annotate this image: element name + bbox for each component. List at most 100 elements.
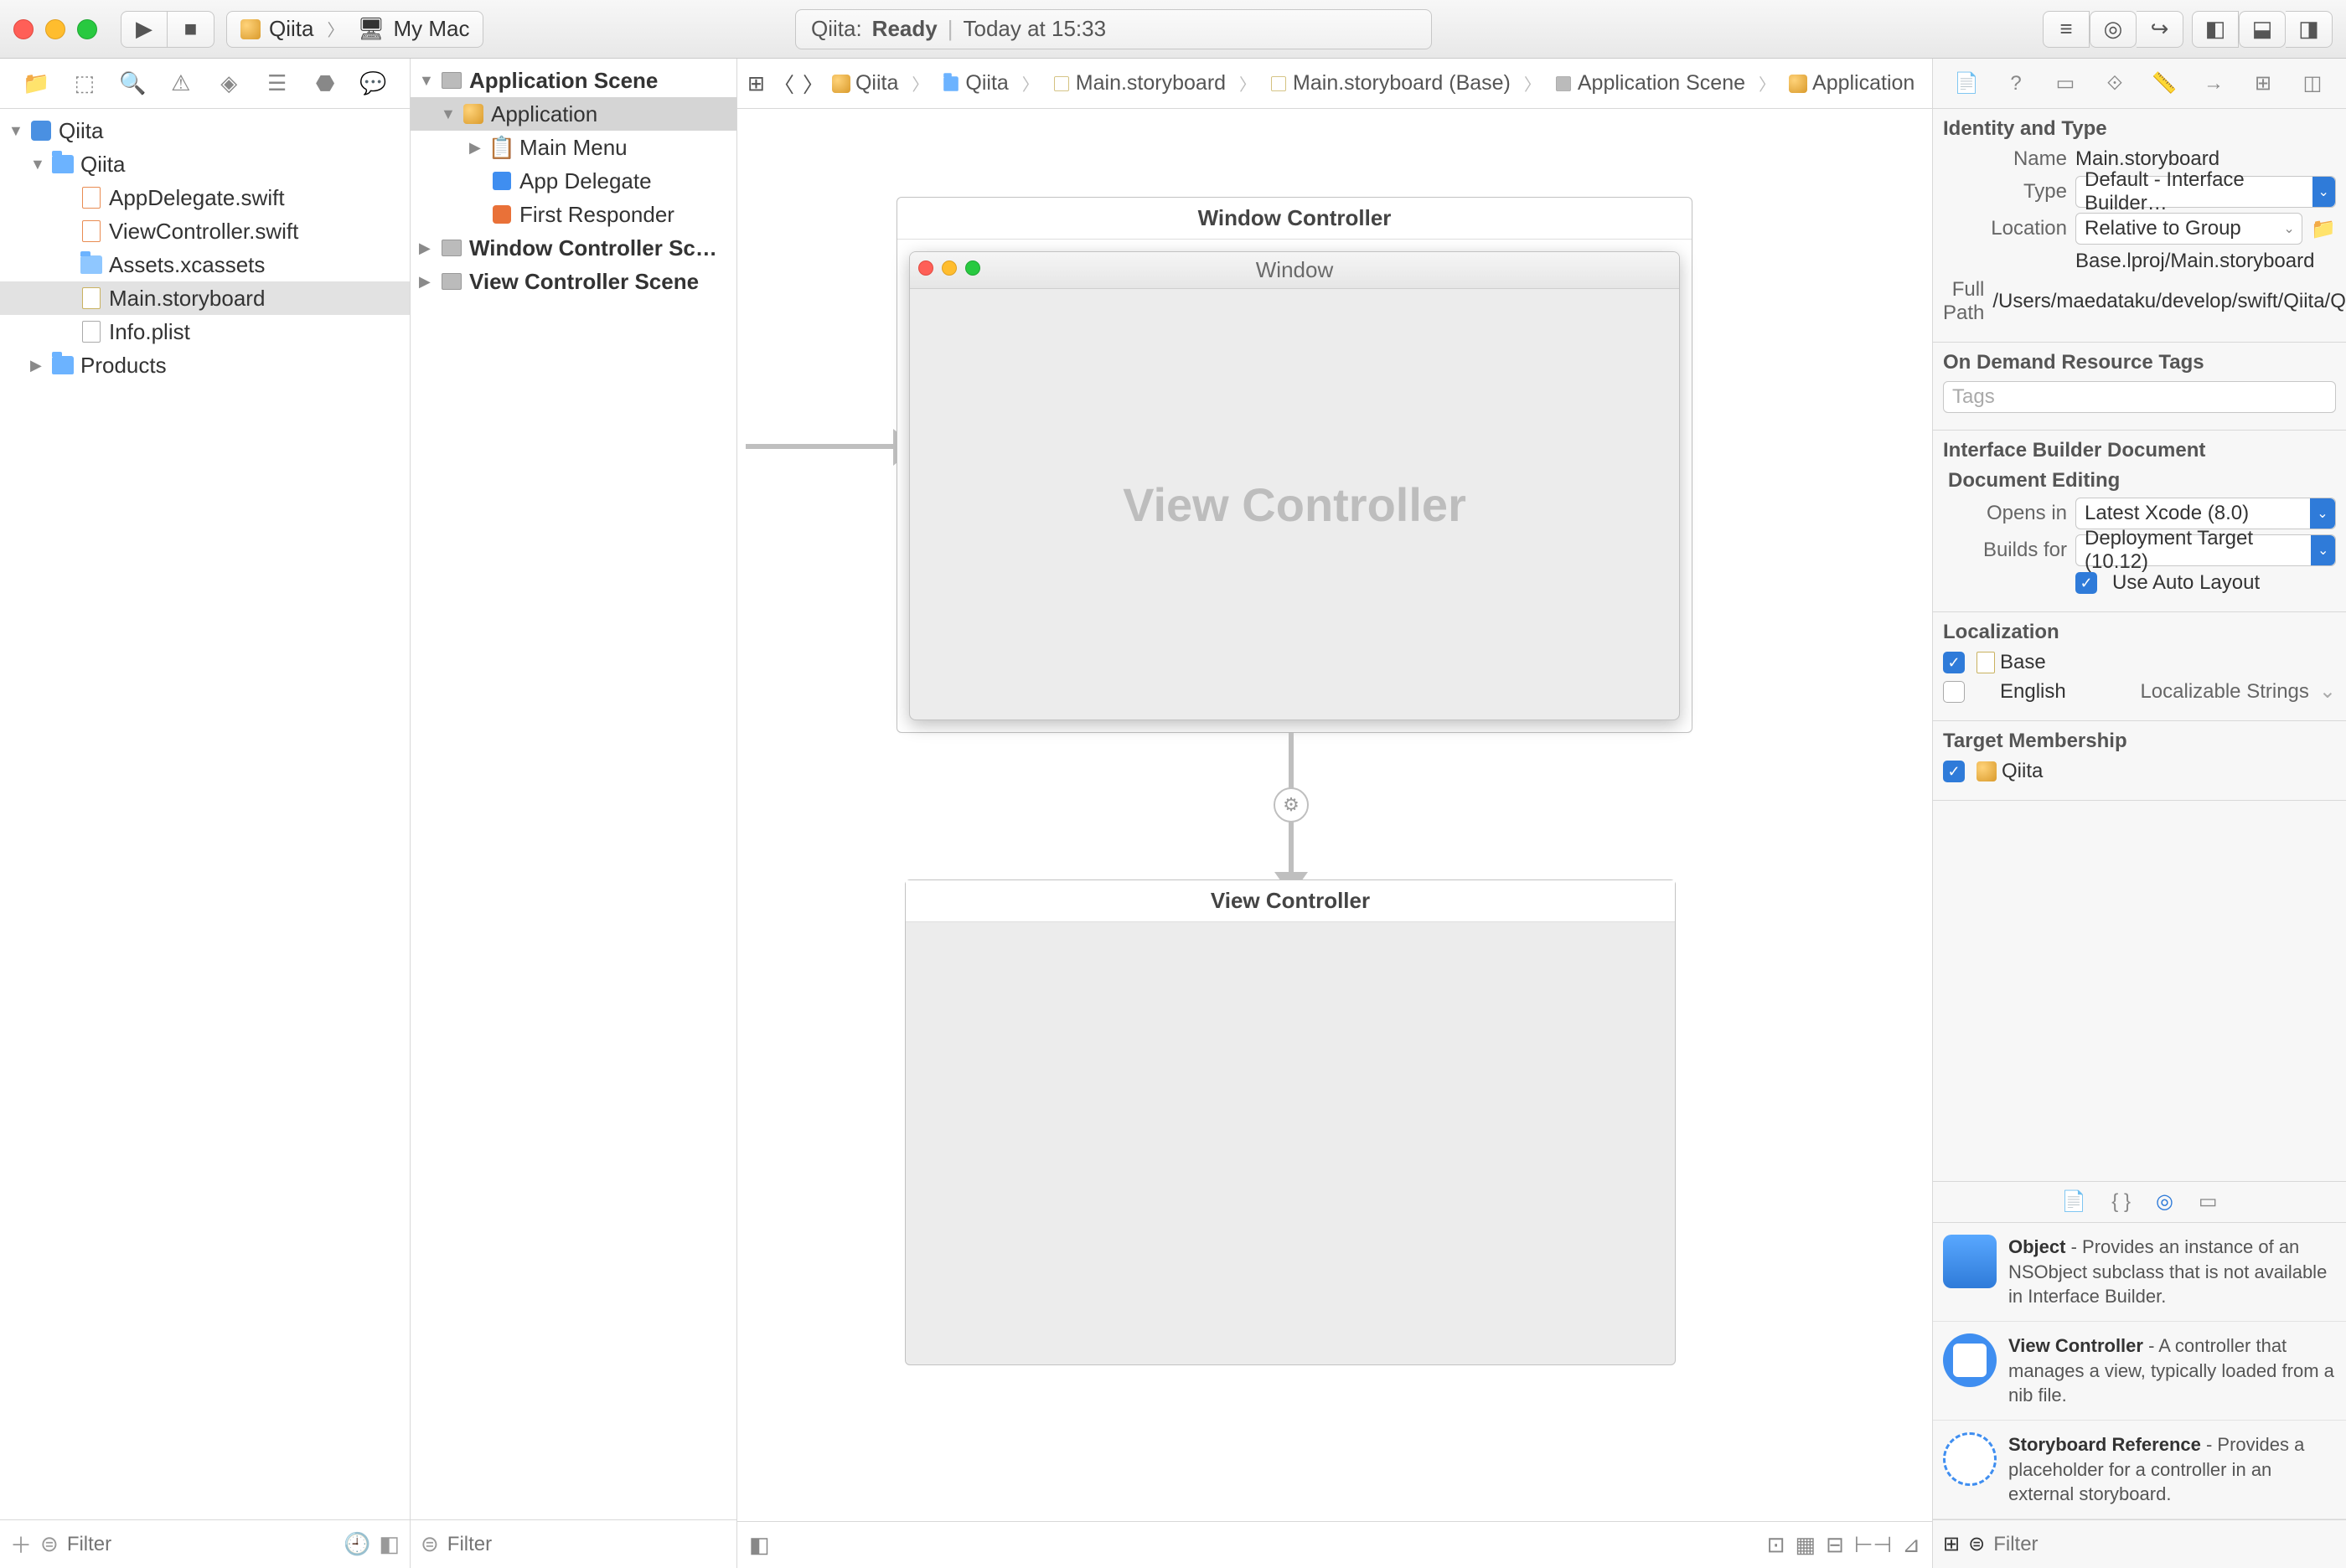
project-root[interactable]: ▼Qiita <box>0 114 410 147</box>
view-controller-icon <box>1943 1333 1997 1387</box>
attributes-inspector-tab[interactable]: ⟐ <box>2099 68 2131 100</box>
version-editor-button[interactable]: ↪ <box>2137 11 2183 48</box>
type-dropdown[interactable]: Default - Interface Builder…⌄ <box>2075 176 2336 208</box>
toggle-debug-button[interactable]: ⬓ <box>2239 11 2286 48</box>
project-navigator-tab[interactable]: 📁 <box>19 67 53 101</box>
jump-seg-0[interactable]: Qiita <box>832 71 898 95</box>
file-template-library-tab[interactable]: 📄 <box>2061 1189 2086 1214</box>
pin-button[interactable]: ⊢⊣ <box>1854 1532 1892 1558</box>
toggle-inspector-button[interactable]: ◨ <box>2286 11 2333 48</box>
media-library-tab[interactable]: ▭ <box>2199 1189 2218 1214</box>
jump-seg-3[interactable]: Main.storyboard (Base) <box>1269 71 1511 95</box>
app-icon <box>1977 761 1997 781</box>
find-navigator-tab[interactable]: 🔍 <box>116 67 149 101</box>
library-filter-input[interactable] <box>1993 1533 2336 1556</box>
zoom-window-button[interactable] <box>77 19 97 39</box>
library-view-mode-icon[interactable]: ⊞ <box>1943 1532 1960 1556</box>
window-titlebar: Window <box>910 252 1679 289</box>
size-inspector-tab[interactable]: 📏 <box>2148 68 2180 100</box>
identity-inspector-tab[interactable]: ▭ <box>2049 68 2081 100</box>
initial-scene-arrow[interactable] <box>746 444 897 449</box>
loc-base-checkbox[interactable]: ✓ <box>1943 652 1965 673</box>
connections-inspector-tab[interactable]: → <box>2198 68 2230 100</box>
related-items-button[interactable]: ⊞ <box>747 71 765 96</box>
file-viewcontroller[interactable]: ViewController.swift <box>0 214 410 248</box>
resolve-button[interactable]: ⊿ <box>1902 1532 1920 1558</box>
jump-seg-4[interactable]: Application Scene <box>1554 71 1745 95</box>
loc-english-kind[interactable]: Localizable Strings <box>2140 680 2308 704</box>
symbol-navigator-tab[interactable]: ⬚ <box>68 67 101 101</box>
view-controller-scene-box[interactable]: View Controller <box>905 879 1676 1365</box>
outline-application[interactable]: ▼Application <box>411 97 736 131</box>
library-item-object[interactable]: Object - Provides an instance of an NSOb… <box>1933 1223 2346 1322</box>
toggle-outline-button[interactable]: ◧ <box>749 1532 770 1558</box>
location-dropdown[interactable]: Relative to Group⌄ <box>2075 213 2302 245</box>
library-item-storyboard-ref[interactable]: Storyboard Reference - Provides a placeh… <box>1933 1421 2346 1519</box>
scheme-selector[interactable]: Qiita 〉 🖥 My Mac <box>226 11 483 48</box>
outline-main-menu[interactable]: ▶📋Main Menu <box>411 131 736 164</box>
bindings-inspector-tab[interactable]: ⊞ <box>2247 68 2279 100</box>
editor-mode-group: ≡ ◎ ↪ ◧ ⬓ ◨ <box>2043 11 2333 48</box>
forward-button[interactable]: 〉 <box>803 69 824 99</box>
issue-navigator-tab[interactable]: ⚠ <box>164 67 198 101</box>
reveal-in-finder-icon[interactable]: 📁 <box>2311 217 2336 241</box>
outline-filter-input[interactable] <box>447 1533 726 1556</box>
stop-button[interactable]: ■ <box>168 11 214 48</box>
jump-seg-1[interactable]: Qiita <box>942 71 1008 95</box>
effects-inspector-tab[interactable]: ◫ <box>2297 68 2328 100</box>
align-button[interactable]: ⊟ <box>1826 1532 1844 1558</box>
scm-filter-icon[interactable]: ◧ <box>379 1531 400 1557</box>
toggle-navigator-button[interactable]: ◧ <box>2192 11 2239 48</box>
quickhelp-inspector-tab[interactable]: ? <box>2000 68 2032 100</box>
file-appdelegate[interactable]: AppDelegate.swift <box>0 181 410 214</box>
scene-application[interactable]: ▼Application Scene <box>411 64 736 97</box>
project-tree[interactable]: ▼Qiita ▼Qiita AppDelegate.swift ViewCont… <box>0 109 410 1519</box>
embed-button[interactable]: ▦ <box>1796 1532 1816 1558</box>
report-navigator-tab[interactable]: 💬 <box>357 67 390 101</box>
run-button[interactable]: ▶ <box>121 11 168 48</box>
recent-filter-icon[interactable]: 🕘 <box>344 1531 370 1557</box>
object-library-list[interactable]: Object - Provides an instance of an NSOb… <box>1933 1223 2346 1519</box>
autolayout-checkbox[interactable]: ✓ <box>2075 572 2097 594</box>
scheme-device: My Mac <box>393 16 469 42</box>
library-item-view-controller[interactable]: View Controller - A controller that mana… <box>1933 1322 2346 1421</box>
buildsfor-dropdown[interactable]: Deployment Target (10.12)⌄ <box>2075 534 2336 566</box>
window-controller-scene-box[interactable]: Window Controller Window View Controller <box>897 197 1692 733</box>
jump-seg-2[interactable]: Main.storyboard <box>1052 71 1226 95</box>
containment-segue-icon[interactable]: ⚙ <box>1274 787 1309 823</box>
group-qiita[interactable]: ▼Qiita <box>0 147 410 181</box>
opensin-dropdown[interactable]: Latest Xcode (8.0)⌄ <box>2075 498 2336 529</box>
jump-seg-5[interactable]: Application <box>1789 71 1915 95</box>
document-outline-tree[interactable]: ▼Application Scene ▼Application ▶📋Main M… <box>411 59 736 1519</box>
assistant-editor-button[interactable]: ◎ <box>2090 11 2137 48</box>
navigator-filter-input[interactable] <box>67 1533 335 1556</box>
test-navigator-tab[interactable]: ◈ <box>212 67 245 101</box>
inspector-tabs: 📄 ? ▭ ⟐ 📏 → ⊞ ◫ <box>1933 59 2346 109</box>
window-preview[interactable]: Window View Controller <box>909 251 1680 720</box>
odr-tags-input[interactable]: Tags <box>1943 381 2336 413</box>
scene-view-controller[interactable]: ▶View Controller Scene <box>411 265 736 298</box>
code-snippet-library-tab[interactable]: { } <box>2111 1190 2131 1214</box>
back-button[interactable]: 〈 <box>773 69 794 99</box>
file-main-storyboard[interactable]: Main.storyboard <box>0 281 410 315</box>
outline-app-delegate[interactable]: App Delegate <box>411 164 736 198</box>
target-qiita-checkbox[interactable]: ✓ <box>1943 761 1965 782</box>
file-infoplist[interactable]: Info.plist <box>0 315 410 348</box>
identity-type-section: Identity and Type NameMain.storyboard Ty… <box>1933 109 2346 343</box>
debug-navigator-tab[interactable]: ☰ <box>261 67 294 101</box>
breakpoint-navigator-tab[interactable]: ⬣ <box>308 67 342 101</box>
object-library-tab[interactable]: ◎ <box>2156 1189 2173 1214</box>
zoom-actual-button[interactable]: ⊡ <box>1767 1532 1785 1558</box>
standard-editor-button[interactable]: ≡ <box>2043 11 2090 48</box>
outline-first-responder[interactable]: First Responder <box>411 198 736 231</box>
name-value[interactable]: Main.storyboard <box>2075 147 2336 171</box>
scene-window-controller[interactable]: ▶Window Controller Sc… <box>411 231 736 265</box>
add-button[interactable]: ＋ <box>10 1529 32 1560</box>
ib-canvas[interactable]: Window Controller Window View Controller… <box>737 109 1932 1521</box>
loc-english-checkbox[interactable] <box>1943 681 1965 703</box>
file-inspector-tab[interactable]: 📄 <box>1951 68 1982 100</box>
group-products[interactable]: ▶Products <box>0 348 410 382</box>
file-assets[interactable]: Assets.xcassets <box>0 248 410 281</box>
close-window-button[interactable] <box>13 19 34 39</box>
minimize-window-button[interactable] <box>45 19 65 39</box>
